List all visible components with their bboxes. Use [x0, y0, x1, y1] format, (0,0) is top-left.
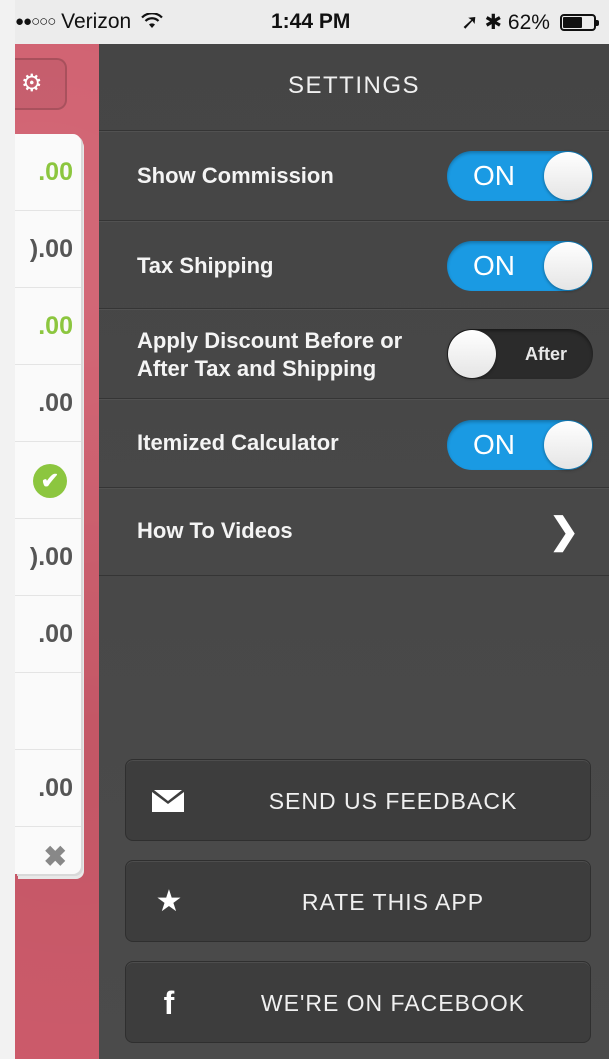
setting-row-tax-shipping: Tax Shipping ON: [99, 220, 609, 308]
star-icon: ★: [155, 885, 183, 918]
tax-shipping-toggle[interactable]: ON: [447, 241, 593, 291]
gear-icon[interactable]: ⚙: [15, 58, 67, 110]
how-to-videos-link[interactable]: How To Videos ❯: [99, 487, 609, 576]
facebook-icon: f: [163, 985, 175, 1021]
toggle-state: ON: [473, 160, 515, 191]
toggle-state: After: [524, 344, 567, 364]
setting-label-line: After Tax and Shipping: [137, 356, 377, 381]
button-label: SEND US FEEDBACK: [268, 788, 518, 814]
setting-label: Tax Shipping: [137, 253, 274, 278]
status-bar: ●●○○○ Verizon 1:44 PM ➚ ✱ 62%: [15, 0, 609, 44]
list-item[interactable]: .00: [15, 134, 81, 211]
setting-label-line: Apply Discount Before or: [137, 328, 403, 353]
list-item[interactable]: .00: [15, 596, 81, 673]
carrier-name: Verizon: [61, 10, 132, 33]
status-left: ●●○○○ Verizon: [15, 10, 163, 34]
button-label: RATE THIS APP: [301, 889, 485, 915]
wifi-icon: [141, 12, 163, 28]
list-item[interactable]: ).00: [15, 519, 81, 596]
setting-row-show-commission: Show Commission ON: [99, 130, 609, 220]
clock: 1:44 PM: [271, 10, 351, 33]
list-item[interactable]: [15, 673, 81, 750]
send-feedback-button[interactable]: SEND US FEEDBACK: [125, 759, 591, 841]
toggle-knob: [544, 421, 592, 469]
battery-percent: 62%: [507, 11, 550, 34]
list-item[interactable]: .00: [15, 288, 81, 365]
list-item[interactable]: .00: [15, 365, 81, 442]
location-icon: ➚: [461, 11, 479, 34]
toggle-knob: [544, 242, 592, 290]
setting-row-apply-discount: Apply Discount Before or After Tax and S…: [99, 308, 609, 398]
setting-label: Itemized Calculator: [137, 430, 339, 455]
settings-drawer: SETTINGS Show Commission ON Tax Shipping…: [99, 44, 609, 1059]
background-app-panel: ⚙ .00 ).00 .00 .00 ✔ ).00 .00 .00 ✖: [15, 44, 99, 1059]
setting-label: Apply Discount Before or After Tax and S…: [137, 327, 402, 383]
toggle-knob: [448, 330, 496, 378]
list-item[interactable]: ✔: [15, 442, 81, 519]
toggle-state: ON: [473, 429, 515, 460]
list-item[interactable]: .00: [15, 750, 81, 827]
signal-strength-icon: ●●○○○: [15, 13, 56, 30]
show-commission-toggle[interactable]: ON: [447, 151, 593, 201]
button-label: WE'RE ON FACEBOOK: [260, 990, 526, 1016]
status-right: ➚ ✱ 62%: [461, 10, 599, 35]
toggle-state: ON: [473, 250, 515, 281]
setting-label: How To Videos: [137, 518, 293, 543]
envelope-icon: [152, 790, 184, 812]
toggle-knob: [544, 152, 592, 200]
checkmark-icon: ✔: [33, 464, 67, 499]
chevron-right-icon: ❯: [549, 510, 580, 551]
setting-row-itemized-calculator: Itemized Calculator ON: [99, 398, 609, 487]
close-icon[interactable]: ✖: [15, 827, 81, 874]
rate-app-button[interactable]: ★ RATE THIS APP: [125, 860, 591, 942]
page-title: SETTINGS: [287, 72, 420, 99]
background-amount-list: .00 ).00 .00 .00 ✔ ).00 .00 .00 ✖: [15, 134, 81, 874]
facebook-button[interactable]: f WE'RE ON FACEBOOK: [125, 961, 591, 1043]
battery-icon: [559, 14, 599, 31]
list-item[interactable]: ).00: [15, 211, 81, 288]
bluetooth-icon: ✱: [484, 11, 503, 34]
itemized-calculator-toggle[interactable]: ON: [447, 420, 593, 470]
setting-label: Show Commission: [137, 163, 334, 188]
apply-discount-toggle[interactable]: After: [447, 329, 593, 379]
